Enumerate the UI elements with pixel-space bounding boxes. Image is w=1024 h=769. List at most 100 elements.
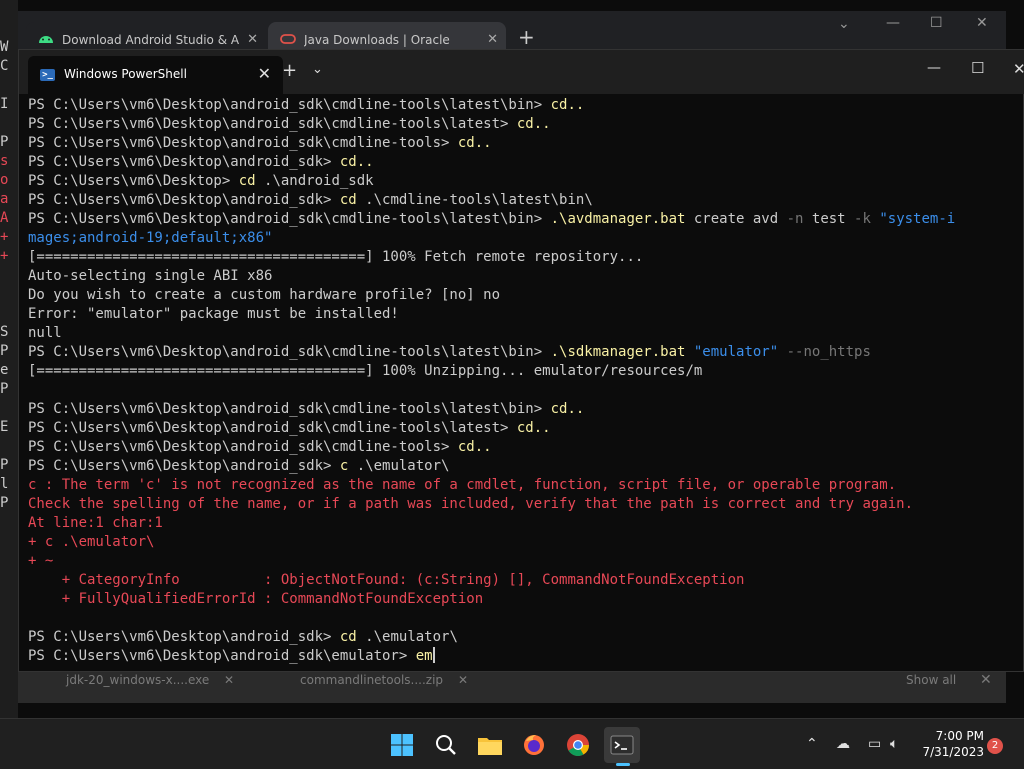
text-cursor <box>432 647 435 663</box>
console-segment: -k <box>854 211 871 227</box>
file-explorer-button[interactable] <box>472 727 508 763</box>
console-segment: .\sdkmanager.bat <box>550 344 686 360</box>
console-line: + FullyQualifiedErrorId : CommandNotFoun… <box>28 590 1024 609</box>
console-segment: --no_https <box>778 344 871 360</box>
background-text-line: P <box>0 457 9 473</box>
console-segment: [=======================================… <box>28 249 644 265</box>
network-icon[interactable]: ▭ <box>868 736 881 752</box>
close-tab-icon[interactable]: ✕ <box>258 64 271 83</box>
console-line: [=======================================… <box>28 248 1024 267</box>
terminal-tab-powershell[interactable]: >_ Windows PowerShell ✕ <box>28 56 283 94</box>
new-tab-button[interactable]: + <box>518 25 535 49</box>
console-segment: "emulator" <box>685 344 779 360</box>
close-tab-icon[interactable]: ✕ <box>247 32 258 47</box>
clock[interactable]: 7:00 PM 7/31/2023 <box>922 728 984 760</box>
show-hidden-icons-icon[interactable]: ⌃ <box>806 736 818 752</box>
chrome-button[interactable] <box>560 727 596 763</box>
firefox-button[interactable] <box>516 727 552 763</box>
folder-icon <box>478 738 502 755</box>
console-segment: .\emulator\ <box>365 629 458 645</box>
background-text-line <box>0 266 18 285</box>
console-line: PS C:\Users\vm6\Desktop\android_sdk> c .… <box>28 457 1024 476</box>
background-text-line: E <box>0 419 9 435</box>
close-icon[interactable]: ✕ <box>976 15 988 31</box>
oracle-icon <box>280 33 296 47</box>
onedrive-icon[interactable]: ☁ <box>836 736 850 752</box>
console-segment: c <box>339 458 357 474</box>
console-segment: cd.. <box>457 135 492 151</box>
search-icon <box>436 735 456 755</box>
background-text-line: C <box>0 58 9 74</box>
background-text-line <box>0 304 18 323</box>
start-button[interactable] <box>384 727 420 763</box>
minimize-icon[interactable]: — <box>886 15 900 31</box>
console-line: At line:1 char:1 <box>28 514 1024 533</box>
close-icon[interactable]: ✕ <box>224 673 234 687</box>
background-text-line: S <box>0 324 9 340</box>
terminal-tab-title: Windows PowerShell <box>64 67 187 81</box>
minimize-icon[interactable]: — <box>927 60 941 76</box>
console-segment: c : The term 'c' is not recognized as th… <box>28 477 897 493</box>
background-text-line: P <box>0 381 9 397</box>
clock-date: 7/31/2023 <box>922 745 984 759</box>
show-all-button[interactable]: Show all <box>906 673 956 687</box>
console-segment: "system-i <box>870 211 956 227</box>
background-text-line: + <box>0 229 9 245</box>
download-item[interactable]: jdk-20_windows-x....exe <box>66 673 209 687</box>
chevron-down-icon[interactable]: ⌄ <box>312 62 323 77</box>
console-segment: PS C:\Users\vm6\Desktop\android_sdk\cmdl… <box>28 116 517 132</box>
console-line: + ~ <box>28 552 1024 571</box>
active-indicator <box>616 763 630 766</box>
close-icon[interactable]: ✕ <box>1013 60 1024 78</box>
maximize-icon[interactable]: ☐ <box>930 15 943 31</box>
background-text-line <box>0 285 18 304</box>
maximize-icon[interactable]: ☐ <box>971 59 984 77</box>
close-shelf-icon[interactable]: ✕ <box>980 672 992 688</box>
notification-badge[interactable]: 2 <box>987 738 1003 754</box>
console-line: mages;android-19;default;x86" <box>28 229 1024 248</box>
search-button[interactable] <box>428 727 464 763</box>
console-segment: .\emulator\ <box>356 458 450 474</box>
background-text-line: o <box>0 172 9 188</box>
console-line: PS C:\Users\vm6\Desktop\android_sdk> cd.… <box>28 153 1024 172</box>
close-icon[interactable]: ✕ <box>458 673 468 687</box>
console-segment: + c .\emulator\ <box>28 534 155 550</box>
terminal-title-bar[interactable]: >_ Windows PowerShell ✕ + ⌄ — ☐ ✕ <box>19 50 1024 94</box>
console-line: [=======================================… <box>28 362 1024 381</box>
console-segment: PS C:\Users\vm6\Desktop\android_sdk\cmdl… <box>28 211 551 227</box>
firefox-icon <box>524 735 544 755</box>
new-tab-button[interactable]: + <box>282 60 297 81</box>
console-segment: PS C:\Users\vm6\Desktop\android_sdk> <box>28 154 340 170</box>
console-output[interactable]: PS C:\Users\vm6\Desktop\android_sdk\cmdl… <box>28 96 1024 673</box>
windows-logo-icon <box>391 734 413 756</box>
taskbar: ⌃ ☁ ▭ 🔈︎ 7:00 PM 7/31/2023 2 <box>0 718 1024 769</box>
background-text-line: a <box>0 191 9 207</box>
background-text-line <box>0 437 18 456</box>
chrome-icon <box>567 734 589 756</box>
background-text-line <box>0 114 18 133</box>
console-segment: .\avdmanager.bat <box>550 211 686 227</box>
background-text-line: P <box>0 134 9 150</box>
console-segment: null <box>28 325 62 341</box>
console-line: Auto-selecting single ABI x86 <box>28 267 1024 286</box>
terminal-taskbar-button[interactable] <box>604 727 640 766</box>
download-item[interactable]: commandlinetools....zip <box>300 673 443 687</box>
console-segment: cd.. <box>516 420 551 436</box>
console-segment: cd.. <box>457 439 492 455</box>
tab-search-icon[interactable]: ⌄ <box>838 16 850 32</box>
console-line: PS C:\Users\vm6\Desktop\android_sdk> cd … <box>28 191 1024 210</box>
console-segment: PS C:\Users\vm6\Desktop\android_sdk> <box>28 629 340 645</box>
volume-icon[interactable]: 🔈︎ <box>890 736 898 752</box>
chrome-tab-title: Download Android Studio & App <box>62 32 240 47</box>
background-text-line: e <box>0 362 9 378</box>
console-line: + c .\emulator\ <box>28 533 1024 552</box>
console-segment: PS C:\Users\vm6\Desktop\android_sdk\cmdl… <box>28 135 458 151</box>
background-text-line: W <box>0 39 9 55</box>
console-segment: [=======================================… <box>28 363 703 379</box>
console-segment: -n <box>786 211 804 227</box>
console-segment: cd.. <box>516 116 551 132</box>
close-tab-icon[interactable]: ✕ <box>487 32 498 47</box>
powershell-icon: >_ <box>40 69 55 81</box>
console-line: c : The term 'c' is not recognized as th… <box>28 476 1024 495</box>
console-line: null <box>28 324 1024 343</box>
